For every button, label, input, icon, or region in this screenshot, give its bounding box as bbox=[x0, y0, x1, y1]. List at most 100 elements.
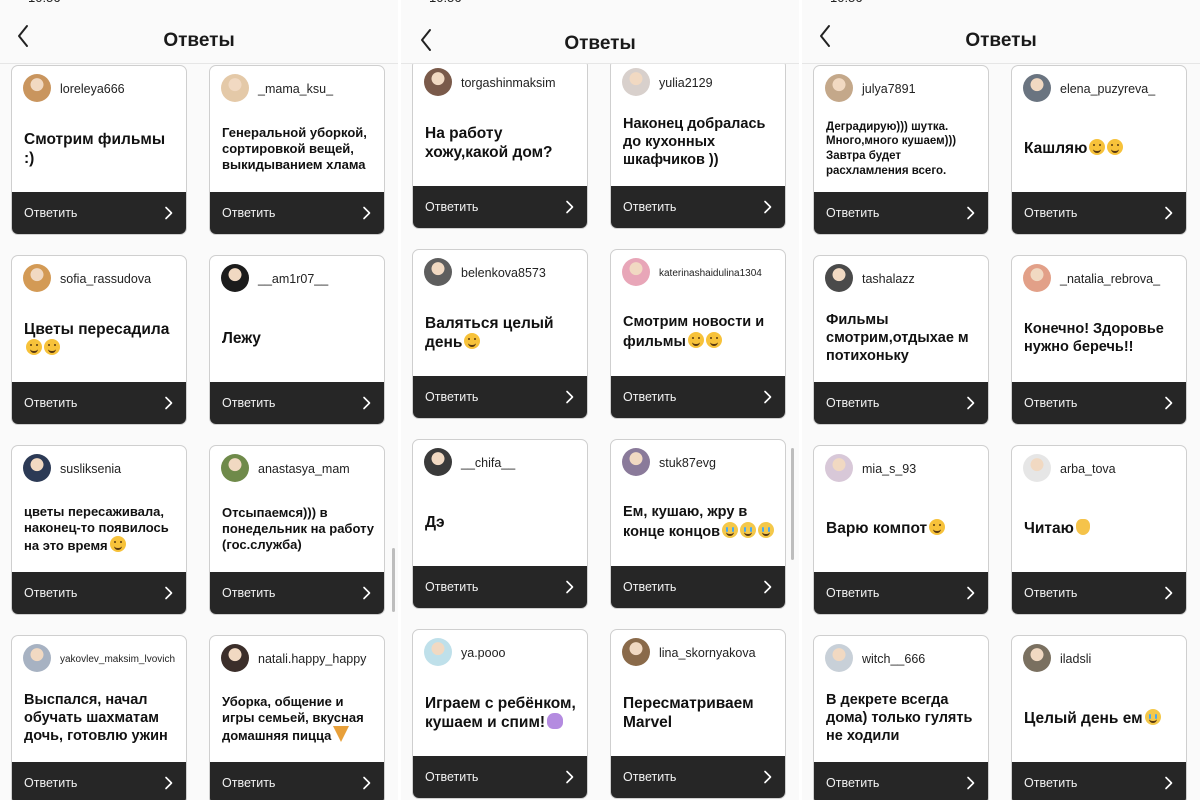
reply-button[interactable]: Ответить bbox=[413, 756, 587, 798]
reply-button[interactable]: Ответить bbox=[12, 192, 186, 234]
reply-button[interactable]: Ответить bbox=[1012, 572, 1186, 614]
scrollbar[interactable] bbox=[791, 448, 794, 560]
username[interactable]: susliksenia bbox=[60, 462, 121, 476]
reply-button[interactable]: Ответить bbox=[814, 382, 988, 424]
avatar[interactable] bbox=[825, 74, 853, 102]
reply-button[interactable]: Ответить bbox=[611, 566, 785, 608]
reply-button[interactable]: Ответить bbox=[611, 376, 785, 418]
answer-text: Ем, кушаю, жру в конце концов bbox=[623, 504, 777, 542]
reply-button-label: Ответить bbox=[222, 206, 276, 220]
reply-button-label: Ответить bbox=[24, 206, 78, 220]
reply-button[interactable]: Ответить bbox=[1012, 382, 1186, 424]
username[interactable]: tashalazz bbox=[862, 272, 915, 286]
avatar[interactable] bbox=[622, 448, 650, 476]
answer-text-content: Отсыпаемся))) в понедельник на работу (г… bbox=[222, 504, 375, 553]
smile-emoji-icon bbox=[687, 332, 704, 348]
reply-button[interactable]: Ответить bbox=[12, 382, 186, 424]
username[interactable]: arba_tova bbox=[1060, 462, 1116, 476]
username[interactable]: elena_puzyreva_ bbox=[1060, 82, 1155, 96]
avatar[interactable] bbox=[825, 644, 853, 672]
avatar[interactable] bbox=[221, 454, 249, 482]
avatar[interactable] bbox=[825, 264, 853, 292]
avatar[interactable] bbox=[23, 264, 51, 292]
answer-body: Конечно! Здоровье нужно беречь!! bbox=[1024, 298, 1178, 380]
username[interactable]: yulia2129 bbox=[659, 76, 713, 90]
username[interactable]: mia_s_93 bbox=[862, 462, 916, 476]
avatar[interactable] bbox=[424, 258, 452, 286]
username[interactable]: loreleya666 bbox=[60, 82, 125, 96]
username[interactable]: _mama_ksu_ bbox=[258, 82, 333, 96]
username[interactable]: natali.happy_happy bbox=[258, 652, 366, 666]
answer-body: В декрете всегда дома) только гулять не … bbox=[826, 678, 980, 760]
reply-button-label: Ответить bbox=[425, 390, 479, 404]
woman-emoji-icon bbox=[547, 713, 564, 729]
reply-button[interactable]: Ответить bbox=[611, 756, 785, 798]
reply-button[interactable]: Ответить bbox=[210, 762, 384, 800]
username[interactable]: iladsli bbox=[1060, 652, 1091, 666]
username[interactable]: __chifa__ bbox=[461, 456, 515, 470]
card-header: ya.pooo bbox=[424, 638, 581, 668]
avatar[interactable] bbox=[1023, 74, 1051, 102]
chevron-right-icon bbox=[362, 206, 372, 220]
avatar[interactable] bbox=[1023, 454, 1051, 482]
avatar[interactable] bbox=[1023, 264, 1051, 292]
avatar[interactable] bbox=[825, 454, 853, 482]
avatar[interactable] bbox=[622, 638, 650, 666]
reply-button[interactable]: Ответить bbox=[210, 572, 384, 614]
reply-button[interactable]: Ответить bbox=[814, 572, 988, 614]
avatar[interactable] bbox=[221, 264, 249, 292]
username[interactable]: anastasya_mam bbox=[258, 462, 350, 476]
answer-text: цветы пересаживала, наконец-то появилось… bbox=[24, 504, 178, 554]
answer-text-content: Дэ bbox=[425, 514, 445, 532]
avatar[interactable] bbox=[23, 74, 51, 102]
reply-button[interactable]: Ответить bbox=[1012, 192, 1186, 234]
screenshot-collage: loreleya666 Смотрим фильмы :) Ответить _mam… bbox=[0, 0, 1200, 800]
username[interactable]: ya.pooo bbox=[461, 646, 505, 660]
card-header: belenkova8573 bbox=[424, 258, 581, 288]
scrollbar[interactable] bbox=[392, 548, 395, 612]
reply-button[interactable]: Ответить bbox=[210, 382, 384, 424]
smile-emoji-icon bbox=[929, 519, 946, 536]
reply-button[interactable]: Ответить bbox=[814, 192, 988, 234]
avatar[interactable] bbox=[23, 644, 51, 672]
avatar[interactable] bbox=[424, 68, 452, 96]
reply-button-label: Ответить bbox=[222, 776, 276, 790]
reply-button[interactable]: Ответить bbox=[1012, 762, 1186, 800]
username[interactable]: witch__666 bbox=[862, 652, 925, 666]
avatar[interactable] bbox=[1023, 644, 1051, 672]
username[interactable]: katerinashaidulina1304 bbox=[659, 268, 762, 279]
card-header: anastasya_mam bbox=[221, 454, 378, 484]
reply-button[interactable]: Ответить bbox=[210, 192, 384, 234]
avatar[interactable] bbox=[622, 258, 650, 286]
answer-text-content: Цветы пересадила bbox=[24, 320, 170, 338]
username[interactable]: stuk87evg bbox=[659, 456, 716, 470]
reply-button-label: Ответить bbox=[826, 396, 880, 410]
chevron-right-icon bbox=[966, 206, 976, 220]
reply-button[interactable]: Ответить bbox=[413, 376, 587, 418]
username[interactable]: torgashinmaksim bbox=[461, 76, 555, 90]
answer-text: Уборка, общение и игры семьей, вкусная д… bbox=[222, 694, 376, 744]
avatar[interactable] bbox=[424, 448, 452, 476]
username[interactable]: _natalia_rebrova_ bbox=[1060, 272, 1160, 286]
avatar[interactable] bbox=[221, 74, 249, 102]
reply-button[interactable]: Ответить bbox=[611, 186, 785, 228]
reply-button[interactable]: Ответить bbox=[413, 566, 587, 608]
avatar[interactable] bbox=[424, 638, 452, 666]
reply-button[interactable]: Ответить bbox=[12, 762, 186, 800]
card-header: __chifa__ bbox=[424, 448, 581, 478]
reply-button[interactable]: Ответить bbox=[814, 762, 988, 800]
username[interactable]: __am1r07__ bbox=[258, 272, 328, 286]
username[interactable]: yakovlev_maksim_lvovich bbox=[60, 654, 175, 665]
avatar[interactable] bbox=[23, 454, 51, 482]
reply-button[interactable]: Ответить bbox=[12, 572, 186, 614]
answer-body: Кашляю bbox=[1024, 108, 1178, 190]
cry-emoji-icon bbox=[740, 522, 757, 538]
reply-button[interactable]: Ответить bbox=[413, 186, 587, 228]
username[interactable]: julya7891 bbox=[862, 82, 916, 96]
avatar[interactable] bbox=[221, 644, 249, 672]
avatar[interactable] bbox=[622, 68, 650, 96]
username[interactable]: lina_skornyakova bbox=[659, 646, 756, 660]
username[interactable]: sofia_rassudova bbox=[60, 272, 151, 286]
username[interactable]: belenkova8573 bbox=[461, 266, 546, 280]
answer-card: anastasya_mam Отсыпаемся))) в понедельник… bbox=[209, 445, 385, 615]
